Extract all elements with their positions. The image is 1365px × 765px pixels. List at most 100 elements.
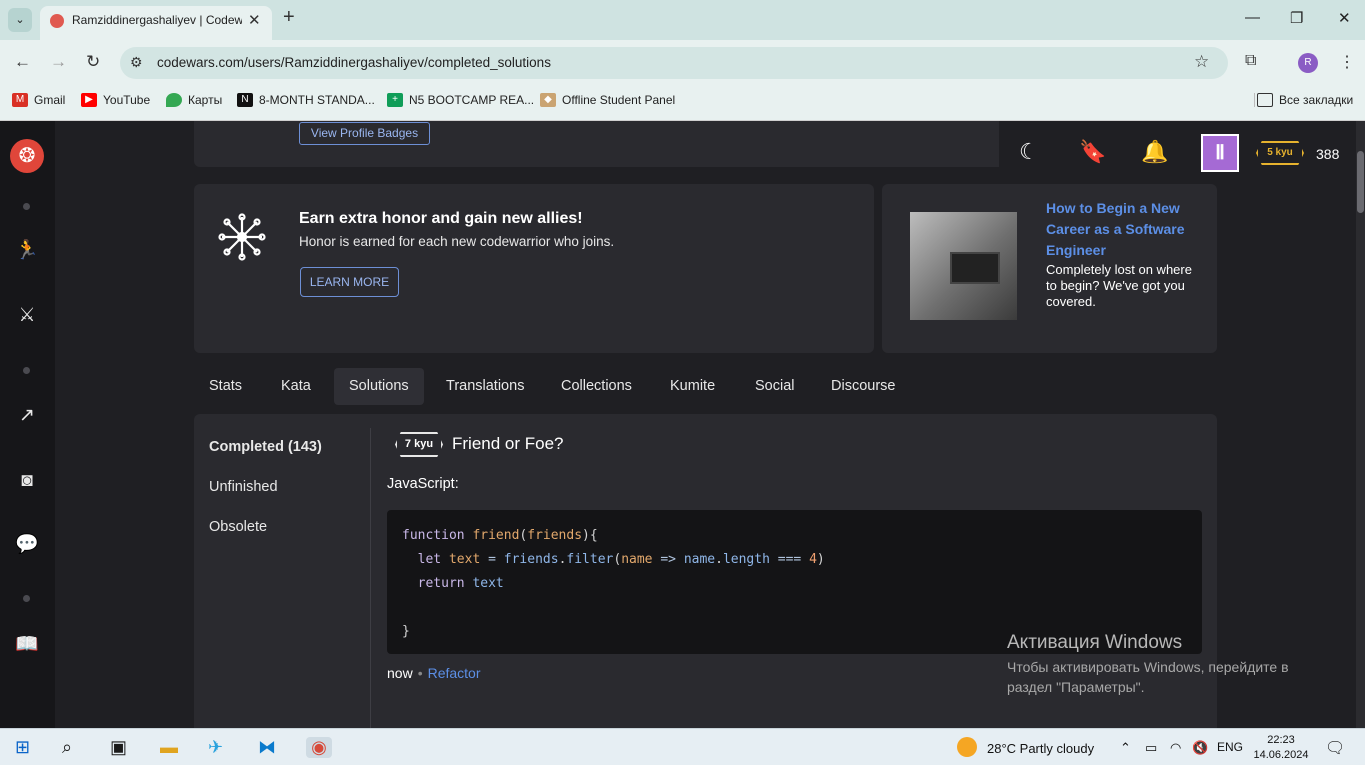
bookmarks-bar: M Gmail ▶ YouTube Карты N 8-MONTH STANDA...…: [0, 86, 1365, 121]
scrollbar-thumb[interactable]: [1357, 151, 1364, 213]
start-icon[interactable]: ⊞: [15, 737, 30, 758]
vscode-icon[interactable]: ⧓: [258, 737, 276, 758]
reload-button[interactable]: ↻: [86, 52, 100, 72]
promo-title: Earn extra honor and gain new allies!: [299, 210, 583, 227]
url-text[interactable]: codewars.com/users/Ramziddinergashaliyev…: [157, 55, 551, 70]
bookmark-icon[interactable]: 🔖: [1079, 139, 1106, 165]
leaderboard-icon[interactable]: ↗: [14, 403, 40, 429]
filter-unfinished[interactable]: Unfinished: [209, 479, 278, 495]
menu-icon[interactable]: ⋮: [1339, 52, 1355, 72]
telegram-icon[interactable]: ✈: [208, 737, 223, 758]
user-header: ☾ 🔖 🔔 Ⅱ 5 kyu: [999, 121, 1354, 183]
weather-icon[interactable]: [957, 737, 977, 757]
ad-image[interactable]: [910, 212, 1017, 320]
browser-tab[interactable]: Ramziddinergashaliyev | Codewars ✕: [40, 6, 272, 40]
notification-center-icon[interactable]: 🗨: [1325, 738, 1345, 758]
tab-strip: ⌄ Ramziddinergashaliyev | Codewars ✕ + —…: [0, 0, 1365, 40]
file-explorer-icon[interactable]: ▬: [160, 737, 178, 758]
weather-text[interactable]: 28°C Partly cloudy: [987, 741, 1094, 756]
notion-icon: N: [237, 93, 253, 107]
all-bookmarks[interactable]: Все закладки: [1254, 93, 1353, 107]
gmail-icon: M: [12, 93, 28, 107]
meta-separator: •: [417, 665, 423, 681]
back-button[interactable]: ←: [14, 52, 31, 72]
windows-activation-text: Чтобы активировать Windows, перейдите в …: [1007, 659, 1289, 695]
tab-title: Ramziddinergashaliyev | Codewars: [72, 13, 242, 27]
close-tab-icon[interactable]: ✕: [248, 11, 261, 29]
tray-expand-icon[interactable]: ⌃: [1120, 740, 1131, 756]
bookmark-youtube[interactable]: ▶ YouTube: [81, 93, 150, 107]
bell-icon[interactable]: 🔔: [1141, 139, 1168, 165]
extensions-icon[interactable]: ⧉: [1245, 52, 1256, 70]
chat-icon[interactable]: 💬: [14, 532, 40, 558]
chrome-icon[interactable]: ◉: [306, 737, 332, 758]
search-icon[interactable]: ⌕: [62, 737, 72, 758]
windows-activation-title: Активация Windows: [1007, 632, 1183, 653]
kata-title-link[interactable]: Friend or Foe?: [452, 434, 564, 454]
task-view-icon[interactable]: ▣: [110, 737, 127, 758]
tab-solutions[interactable]: Solutions: [334, 368, 424, 405]
filter-obsolete[interactable]: Obsolete: [209, 519, 267, 535]
codewars-logo-icon[interactable]: ❂: [10, 139, 44, 173]
address-bar[interactable]: ⚙ codewars.com/users/Ramziddinergashaliy…: [120, 47, 1228, 79]
volume-icon[interactable]: 🔇: [1192, 740, 1208, 756]
tab-discourse[interactable]: Discourse: [816, 368, 910, 405]
panel-icon: ◆: [540, 93, 556, 107]
language-indicator[interactable]: ENG: [1217, 740, 1243, 754]
close-window-button[interactable]: ✕: [1338, 9, 1351, 27]
folder-icon: [1257, 93, 1273, 107]
docs-icon[interactable]: 📖: [14, 632, 40, 658]
site-info-icon[interactable]: ⚙: [130, 54, 143, 71]
solution-time: now: [387, 665, 413, 681]
rank-badge: 5 kyu: [1256, 141, 1304, 165]
tab-kata[interactable]: Kata: [266, 368, 326, 405]
taskbar-clock[interactable]: 22:23 14.06.2024: [1247, 733, 1315, 763]
bookmark-gmail[interactable]: M Gmail: [12, 93, 65, 107]
maps-icon: [166, 93, 182, 107]
new-tab-button[interactable]: +: [283, 6, 295, 29]
left-sidebar: ❂ 🏃 ⚔ ↗ ◙ 💬 📖: [0, 121, 55, 728]
tab-search-button[interactable]: ⌄: [8, 8, 32, 32]
bookmark-offline-panel[interactable]: ◆ Offline Student Panel: [540, 93, 675, 107]
sheets-icon: +: [387, 93, 403, 107]
wifi-icon[interactable]: ◠: [1170, 740, 1181, 756]
tab-stats[interactable]: Stats: [194, 368, 257, 405]
meet-icon[interactable]: ▭: [1145, 740, 1157, 756]
clock-date: 14.06.2024: [1253, 749, 1309, 761]
sidebar-separator: [23, 595, 30, 602]
filter-completed[interactable]: Completed (143): [209, 439, 322, 455]
bookmark-8-month[interactable]: N 8-MONTH STANDA...: [237, 93, 375, 107]
sidebar-separator: [23, 367, 30, 374]
restore-button[interactable]: ❐: [1290, 9, 1303, 27]
sidebar-separator: [23, 203, 30, 210]
forward-button[interactable]: →: [50, 52, 67, 72]
user-avatar[interactable]: Ⅱ: [1201, 134, 1239, 172]
bookmark-star-icon[interactable]: ☆: [1194, 52, 1209, 72]
moon-icon[interactable]: ☾: [1019, 139, 1039, 165]
tab-kumite[interactable]: Kumite: [655, 368, 730, 405]
train-icon[interactable]: ⚔: [14, 303, 40, 329]
tab-collections[interactable]: Collections: [546, 368, 647, 405]
bookmark-n5-bootcamp[interactable]: + N5 BOOTCAMP REA...: [387, 93, 534, 107]
windows-taskbar: ⊞ ⌕ ▣ ▬ ✈ ⧓ ◉ 28°C Partly cloudy ⌃ ▭ ◠ 🔇…: [0, 728, 1365, 765]
ad-title-link[interactable]: How to Begin a New Career as a Software …: [1046, 198, 1196, 261]
profile-avatar[interactable]: R: [1298, 53, 1318, 73]
network-icon: [218, 213, 266, 261]
bookmark-maps[interactable]: Карты: [166, 93, 222, 107]
solution-language: JavaScript:: [387, 476, 459, 492]
honor-count: 388: [1316, 146, 1340, 162]
learn-more-button[interactable]: LEARN MORE: [300, 267, 399, 297]
ad-text: Completely lost on where to begin? We've…: [1046, 262, 1192, 309]
solution-meta: now • Refactor: [387, 665, 481, 681]
youtube-icon: ▶: [81, 93, 97, 107]
kata-rank-badge: 7 kyu: [395, 432, 443, 457]
discord-icon[interactable]: ◙: [14, 468, 40, 494]
minimize-button[interactable]: —: [1245, 9, 1260, 26]
refactor-link[interactable]: Refactor: [428, 665, 481, 681]
tab-translations[interactable]: Translations: [431, 368, 539, 405]
view-profile-badges-button[interactable]: View Profile Badges: [299, 122, 430, 145]
tab-social[interactable]: Social: [740, 368, 810, 405]
divider: [370, 428, 371, 728]
promo-subtitle: Honor is earned for each new codewarrior…: [299, 234, 615, 249]
practice-icon[interactable]: 🏃: [14, 238, 40, 264]
